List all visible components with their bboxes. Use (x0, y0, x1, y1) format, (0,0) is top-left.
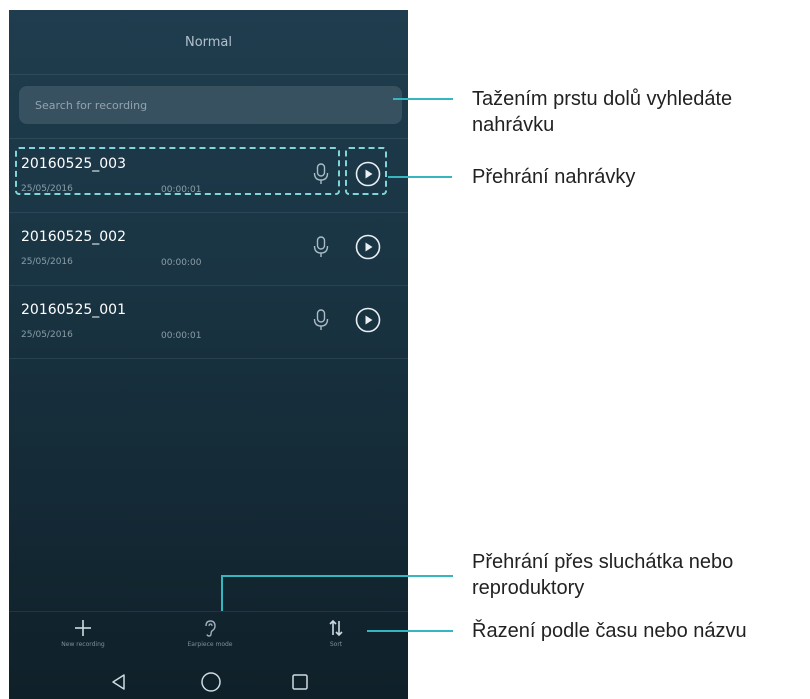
callout-earpiece-line2: reproduktory (472, 577, 585, 599)
callout-line-sort (367, 630, 453, 632)
microphone-icon (313, 236, 329, 257)
new-recording-button[interactable]: New recording (33, 618, 133, 648)
microphone-icon (313, 309, 329, 330)
system-navigation-bar (9, 663, 408, 699)
callout-line-search (393, 98, 453, 100)
top-bar: Normal (9, 10, 408, 74)
callout-line-play (388, 176, 452, 178)
play-button[interactable] (355, 307, 381, 333)
recording-row[interactable]: 20160525_001 25/05/2016 00:00:01 (9, 286, 408, 358)
earpiece-mode-button[interactable]: Earpiece mode (160, 618, 260, 648)
recent-apps-icon[interactable] (290, 672, 310, 692)
recording-highlight (15, 147, 340, 195)
callout-line-earpiece (221, 575, 453, 577)
divider (9, 138, 408, 139)
search-placeholder: Search for recording (35, 98, 148, 112)
callout-earpiece-line1: Přehrání přes sluchátka nebo (472, 551, 734, 573)
divider (9, 74, 408, 75)
recording-duration: 00:00:00 (161, 258, 202, 268)
back-icon[interactable] (109, 672, 129, 692)
callout-line-earpiece-vertical (221, 575, 223, 611)
play-button[interactable] (355, 234, 381, 260)
mode-title: Normal (184, 34, 233, 50)
home-icon[interactable] (200, 671, 222, 693)
sort-label: Sort (329, 641, 343, 648)
recording-name: 20160525_001 (21, 302, 126, 318)
recording-name: 20160525_002 (21, 229, 126, 245)
sort-icon (329, 619, 343, 637)
recording-duration: 00:00:01 (161, 331, 202, 341)
earpiece-mode-label: Earpiece mode (187, 641, 233, 648)
callout-earpiece-text: Přehrání přes sluchátka nebo reproduktor… (472, 549, 733, 601)
recording-row[interactable]: 20160525_002 25/05/2016 00:00:00 (9, 213, 408, 285)
callout-play-text: Přehrání nahrávky (472, 166, 636, 188)
search-input[interactable]: Search for recording (19, 86, 402, 124)
bottom-toolbar: New recording Earpiece mode Sort (9, 612, 408, 662)
callout-search-text: Tažením prstu dolů vyhledáte nahrávku (472, 86, 732, 138)
callout-sort-text: Řazení podle času nebo názvu (472, 620, 747, 642)
new-recording-label: New recording (61, 641, 105, 648)
ear-icon (205, 620, 216, 637)
recorder-screen: Normal Search for recording 20160525_003… (9, 10, 408, 699)
sort-button[interactable]: Sort (286, 618, 386, 648)
callout-search-line1: Tažením prstu dolů vyhledáte (472, 88, 733, 110)
recording-date: 25/05/2016 (21, 257, 73, 267)
recording-date: 25/05/2016 (21, 330, 73, 340)
plus-icon (75, 620, 91, 636)
callout-search-line2: nahrávku (472, 114, 555, 136)
play-highlight (345, 147, 387, 195)
divider (9, 358, 408, 359)
